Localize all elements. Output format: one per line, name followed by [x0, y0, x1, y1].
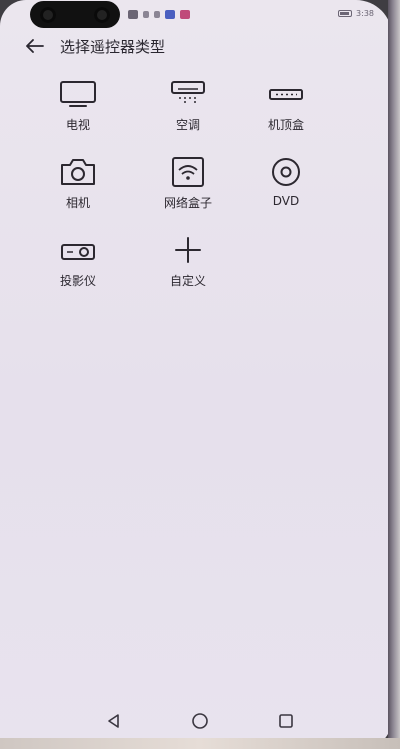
device-tile-air-conditioner[interactable]: 空调 — [138, 78, 238, 133]
nav-back-button[interactable] — [104, 711, 124, 731]
data-icon — [154, 11, 160, 18]
header: 选择遥控器类型 — [24, 35, 165, 57]
device-tile-tv[interactable]: 电视 — [28, 78, 128, 133]
app-notification-icon — [165, 10, 175, 19]
status-right: 3:38 — [338, 9, 374, 18]
nav-home-button[interactable] — [190, 711, 210, 731]
set-top-box-icon — [266, 78, 306, 110]
tv-icon — [58, 78, 98, 110]
device-tile-custom[interactable]: 自定义 — [138, 234, 238, 289]
battery-icon — [338, 10, 353, 17]
navigation-bar — [0, 707, 392, 735]
status-time: 3:38 — [356, 9, 374, 18]
device-label: 机顶盒 — [267, 118, 304, 132]
device-label: 自定义 — [169, 274, 206, 288]
device-label: 网络盒子 — [163, 196, 212, 210]
app-notification-icon — [180, 10, 190, 19]
device-tile-network-box[interactable]: 网络盒子 — [138, 156, 238, 211]
network-box-icon — [168, 156, 208, 188]
device-label: 电视 — [65, 118, 90, 132]
phone-screen: 3:38 选择遥控器类型 电视 空调 机顶盒 相机 网络盒子 DVD 投影仪 自… — [0, 0, 392, 749]
back-arrow-icon — [26, 39, 44, 53]
plus-icon — [168, 234, 208, 266]
front-camera-icon — [40, 7, 56, 23]
circle-home-icon — [192, 713, 208, 729]
device-tile-camera[interactable]: 相机 — [28, 156, 128, 211]
signal-icon — [143, 11, 149, 18]
dvd-icon — [266, 156, 306, 188]
air-conditioner-icon — [168, 78, 208, 110]
device-tile-set-top-box[interactable]: 机顶盒 — [236, 78, 336, 133]
page-title: 选择遥控器类型 — [60, 37, 166, 56]
nav-recents-button[interactable] — [276, 711, 296, 731]
notification-icon — [128, 10, 138, 19]
camera-notch — [30, 1, 120, 28]
square-recents-icon — [279, 714, 293, 728]
triangle-back-icon — [108, 714, 119, 728]
device-label: 空调 — [175, 118, 200, 132]
device-tile-dvd[interactable]: DVD — [236, 156, 336, 208]
camera-icon — [58, 156, 98, 188]
device-tile-projector[interactable]: 投影仪 — [28, 234, 128, 289]
device-frame-edge — [388, 0, 400, 749]
device-label: DVD — [272, 194, 300, 208]
status-icons — [128, 10, 190, 19]
back-button[interactable] — [24, 35, 46, 57]
projector-icon — [58, 234, 98, 266]
background-surface — [0, 738, 400, 749]
device-label: 投影仪 — [59, 274, 96, 288]
device-label: 相机 — [65, 196, 90, 210]
front-camera-icon — [94, 7, 110, 23]
